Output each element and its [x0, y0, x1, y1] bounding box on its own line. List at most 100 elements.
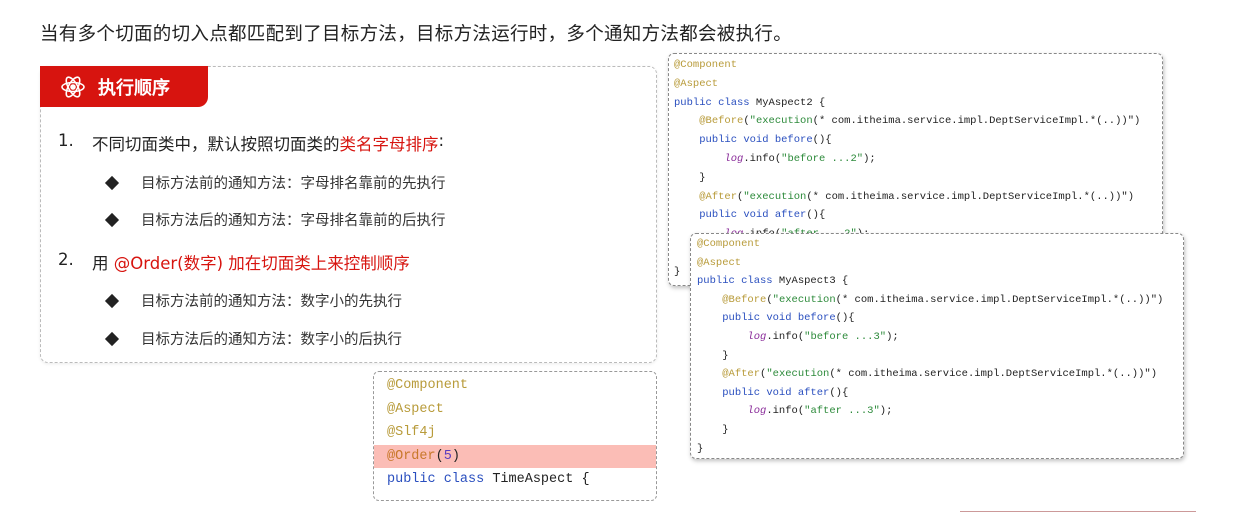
code-line: public class MyAspect2 {: [674, 94, 1157, 113]
rule-1-sub-2: 目标方法后的通知方法：字母排名靠前的后执行: [104, 209, 446, 230]
code-token: public void after: [699, 209, 807, 222]
code-token: );: [886, 330, 899, 343]
diamond-bullet-icon: [104, 175, 120, 190]
sub-text: 目标方法前的通知方法：数字小的先执行: [141, 294, 402, 310]
code-token: MyAspect3 {: [778, 275, 849, 288]
rule-highlight: @Order(数字) 加在切面类上来控制顺序: [113, 254, 410, 273]
code-line: @Component: [374, 374, 656, 398]
code-token: "execution: [749, 115, 813, 128]
code-token: (* com.itheima.service.impl.DeptServiceI…: [829, 368, 1158, 381]
code-token: @Before: [722, 293, 767, 306]
sub-text: 目标方法前的通知方法：字母排名靠前的先执行: [141, 176, 446, 192]
code-token: public void after: [722, 386, 830, 399]
code-token: "before ...3": [804, 330, 887, 343]
panel-tab: 执行顺序: [40, 66, 208, 107]
code-line: log.info("before ...2");: [674, 150, 1157, 169]
code-token: );: [879, 405, 893, 418]
code-line: @Aspect: [697, 254, 1177, 273]
rule-number: 2.: [58, 250, 74, 269]
code-line: public class MyAspect3 {: [697, 272, 1177, 291]
sub-text: 目标方法后的通知方法：字母排名靠前的后执行: [141, 213, 446, 229]
code-token: (: [435, 448, 444, 464]
code-token: public void before: [722, 312, 836, 325]
rule-text: 用: [92, 254, 114, 273]
code-token: .info(: [766, 405, 805, 418]
code-token: @Slf4j: [387, 425, 436, 440]
code-line: public void after(){: [697, 384, 1177, 403]
code-token: );: [863, 152, 876, 165]
rule-tail: :: [438, 131, 445, 150]
code-token: .info(: [743, 152, 782, 165]
code-token: public class: [697, 275, 779, 288]
code-line: log.info("before ...3");: [697, 328, 1177, 347]
code-token: @After: [722, 368, 761, 381]
code-token: (){: [812, 134, 832, 147]
code-token: "after ...3": [804, 405, 880, 418]
code-token: 5: [443, 448, 452, 464]
code-line: }: [697, 421, 1177, 440]
code-token: log: [747, 330, 767, 343]
code-line: @Before("execution(* com.itheima.service…: [697, 291, 1177, 310]
rule-highlight: 类名字母排序: [339, 135, 439, 154]
code-line: public void after(){: [674, 206, 1157, 225]
code-line: @Before("execution(* com.itheima.service…: [674, 112, 1157, 131]
code-line: }: [697, 347, 1177, 366]
rule-text: 不同切面类中，默认按照切面类的: [92, 135, 340, 154]
code-line: @Slf4j: [374, 421, 656, 445]
rule-2: 2. 用 @Order(数字) 加在切面类上来控制顺序: [40, 250, 410, 274]
rule-1: 1. 不同切面类中，默认按照切面类的 类名字母排序:: [40, 131, 444, 155]
code-token: log: [747, 405, 767, 418]
code-token: (* com.itheima.service.impl.DeptServiceI…: [835, 293, 1164, 306]
code-token: @Component: [697, 238, 761, 250]
code-token: ): [451, 448, 460, 464]
code-token: "execution: [743, 190, 807, 203]
rule-2-sub-2: 目标方法后的通知方法：数字小的后执行: [104, 328, 402, 349]
code-token: @Before: [699, 115, 744, 128]
rule-2-sub-1: 目标方法前的通知方法：数字小的先执行: [104, 290, 402, 311]
code-token: @Aspect: [387, 401, 444, 417]
code-line: @Aspect: [674, 75, 1157, 94]
code-token: }: [674, 265, 681, 278]
code-line: public void before(){: [697, 309, 1177, 328]
code-token: public void before: [699, 134, 813, 147]
code-token: @Component: [674, 59, 738, 71]
atom-icon: [61, 75, 85, 98]
code-token: TimeAspect {: [492, 472, 590, 487]
code-token: @Aspect: [697, 256, 742, 269]
code-token: "execution: [772, 293, 836, 306]
code-token: (* com.itheima.service.impl.DeptServiceI…: [812, 115, 1141, 128]
diamond-bullet-icon: [104, 293, 120, 308]
code-token: }: [697, 349, 729, 362]
code-token: (){: [829, 386, 849, 399]
diamond-bullet-icon: [104, 331, 120, 346]
rule-1-sub-1: 目标方法前的通知方法：字母排名靠前的先执行: [104, 172, 446, 193]
code-line: }: [697, 440, 1177, 459]
code-line: public void before(){: [674, 131, 1157, 150]
code-token: (* com.itheima.service.impl.DeptServiceI…: [806, 190, 1135, 203]
slide-title: 当有多个切面的切入点都匹配到了目标方法，目标方法运行时，多个通知方法都会被执行。: [40, 24, 793, 45]
code-token: @Aspect: [674, 77, 719, 90]
rule-number: 1.: [58, 131, 74, 150]
code-token: @After: [699, 190, 738, 203]
code-line: @Component: [674, 56, 1157, 75]
code-line: @After("execution(* com.itheima.service.…: [674, 188, 1157, 207]
code-token: "execution: [766, 368, 830, 381]
code-token: @Component: [387, 378, 469, 393]
code-token: }: [697, 423, 729, 436]
code-token: @Order: [387, 448, 436, 464]
code-token: "before ...2": [781, 152, 864, 165]
diamond-bullet-icon: [104, 212, 120, 227]
panel-tab-label: 执行顺序: [98, 77, 170, 99]
code-line: @Aspect: [374, 398, 656, 422]
code-token: (){: [806, 209, 826, 222]
